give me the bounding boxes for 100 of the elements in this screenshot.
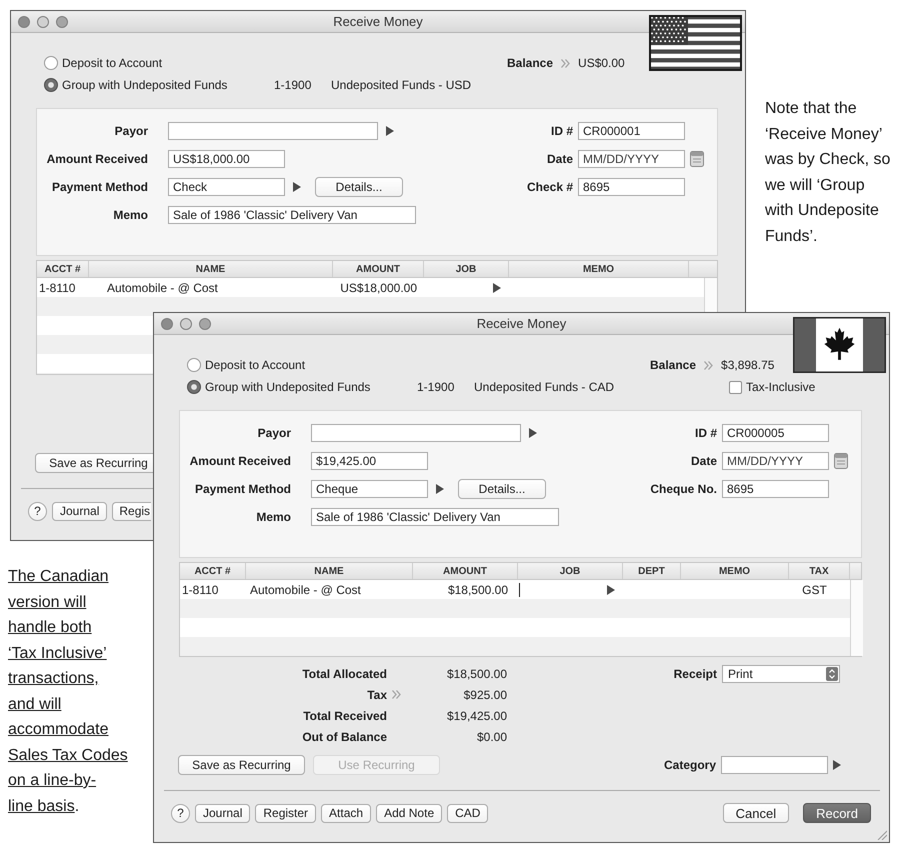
table-cell-text: GST bbox=[801, 582, 828, 596]
table-cell-text: Automobile - @ Cost bbox=[249, 582, 362, 596]
column-header[interactable]: JOB bbox=[518, 563, 623, 579]
field-label: Cheque No. bbox=[649, 482, 717, 496]
toolbar-button[interactable]: Add Note bbox=[376, 804, 442, 822]
dialog-button[interactable]: Cancel bbox=[722, 803, 790, 823]
triangle-arrow-icon[interactable] bbox=[386, 126, 394, 136]
details-button[interactable]: Details... bbox=[458, 479, 546, 499]
radio-button[interactable] bbox=[44, 78, 58, 92]
column-header[interactable]: AMOUNT bbox=[333, 261, 424, 277]
account-name: Undeposited Funds - USD bbox=[331, 78, 472, 92]
radio-label: Deposit to Account bbox=[62, 56, 162, 70]
window-minimize-button[interactable] bbox=[37, 16, 49, 28]
window-zoom-button[interactable] bbox=[56, 16, 68, 28]
radio-button[interactable] bbox=[44, 56, 58, 70]
column-header[interactable]: ACCT # bbox=[180, 563, 246, 579]
text-field[interactable]: CR000001 bbox=[578, 122, 685, 140]
field-label: Payor bbox=[256, 426, 291, 440]
column-header[interactable]: NAME bbox=[89, 261, 333, 277]
total-label: Total Allocated bbox=[301, 666, 387, 680]
text-field[interactable]: 8695 bbox=[722, 480, 829, 498]
field-label: Memo bbox=[112, 208, 148, 222]
toolbar-button[interactable]: Journal bbox=[52, 502, 108, 520]
text-field[interactable]: MM/DD/YYYY bbox=[722, 452, 829, 470]
help-button[interactable]: ? bbox=[171, 804, 190, 822]
radio-button[interactable] bbox=[187, 380, 201, 394]
total-value: $925.00 bbox=[462, 688, 507, 702]
stepper-icon[interactable] bbox=[826, 666, 838, 680]
scrollbar-track[interactable] bbox=[850, 580, 863, 656]
double-chevron-icon[interactable] bbox=[561, 58, 570, 68]
triangle-arrow-icon[interactable] bbox=[607, 584, 615, 594]
text-field[interactable] bbox=[311, 424, 521, 442]
recurring-button[interactable]: Save as Recurring bbox=[178, 755, 305, 775]
field-label: Payor bbox=[114, 124, 148, 138]
window-close-button[interactable] bbox=[18, 16, 30, 28]
triangle-arrow-icon[interactable] bbox=[493, 282, 501, 292]
striped-flag-icon bbox=[649, 15, 742, 71]
text-field[interactable]: US$18,000.00 bbox=[168, 150, 285, 168]
balance-label: Balance bbox=[650, 358, 696, 372]
column-header[interactable]: JOB bbox=[424, 261, 509, 277]
total-label: Tax bbox=[366, 688, 387, 702]
column-header[interactable]: NAME bbox=[246, 563, 413, 579]
toolbar-button[interactable]: CAD bbox=[447, 804, 488, 822]
text-field[interactable] bbox=[721, 756, 828, 774]
toolbar-button[interactable]: Regis bbox=[112, 502, 152, 520]
window-title: Receive Money bbox=[333, 14, 423, 29]
window-minimize-button[interactable] bbox=[180, 318, 192, 330]
calendar-icon[interactable] bbox=[690, 151, 704, 167]
triangle-arrow-icon[interactable] bbox=[436, 484, 444, 494]
toolbar-button[interactable]: Attach bbox=[321, 804, 372, 822]
radio-button[interactable] bbox=[187, 358, 201, 372]
account-name: Undeposited Funds - CAD bbox=[474, 380, 614, 394]
column-header[interactable]: MEMO bbox=[509, 261, 689, 277]
total-value: $19,425.00 bbox=[446, 708, 507, 722]
table-cell-text: 1-8110 bbox=[38, 280, 76, 294]
triangle-arrow-icon[interactable] bbox=[529, 428, 537, 438]
resize-grip-icon[interactable] bbox=[877, 830, 887, 840]
checkbox[interactable] bbox=[729, 380, 742, 394]
window-close-button[interactable] bbox=[161, 318, 173, 330]
details-button[interactable]: Details... bbox=[315, 177, 403, 197]
field-label: Payment Method bbox=[50, 180, 148, 194]
column-header[interactable]: AMOUNT bbox=[413, 563, 518, 579]
text-field[interactable] bbox=[168, 122, 378, 140]
note-paragraph: Note that the ‘Receive Money’ was by Check, so we will ‘Group with Undeposite Funds’. bbox=[765, 99, 890, 246]
default-button[interactable]: Record bbox=[803, 803, 871, 823]
balance-label: Balance bbox=[507, 56, 554, 70]
column-header[interactable]: MEMO bbox=[681, 563, 789, 579]
table-cell-text: Automobile - @ Cost bbox=[106, 280, 219, 294]
text-field[interactable]: Cheque bbox=[311, 480, 428, 498]
table-cell-text: US$18,000.00 bbox=[339, 280, 418, 294]
field-label: Amount Received bbox=[188, 454, 291, 468]
radio-label: Deposit to Account bbox=[205, 358, 306, 372]
triangle-arrow-icon[interactable] bbox=[833, 760, 841, 770]
column-header[interactable]: DEPT bbox=[623, 563, 681, 579]
text-field[interactable]: CR000005 bbox=[722, 424, 829, 442]
maple-leaf-flag-icon bbox=[793, 317, 886, 373]
total-value: $18,500.00 bbox=[446, 666, 507, 680]
text-field[interactable]: Check bbox=[168, 178, 285, 196]
field-label: Receipt bbox=[672, 666, 717, 680]
balance-value: US$0.00 bbox=[578, 56, 625, 70]
text-field[interactable]: $19,425.00 bbox=[311, 452, 428, 470]
text-field[interactable]: Sale of 1986 'Classic' Delivery Van bbox=[168, 206, 416, 224]
field-label: ID # bbox=[550, 124, 573, 138]
field-label: Date bbox=[690, 454, 717, 468]
triangle-arrow-icon[interactable] bbox=[293, 182, 301, 192]
field-label: Memo bbox=[255, 510, 291, 524]
column-header[interactable]: TAX bbox=[789, 563, 850, 579]
dropdown-select[interactable]: Print bbox=[722, 664, 840, 682]
text-field[interactable]: 8695 bbox=[578, 178, 685, 196]
double-chevron-icon[interactable] bbox=[392, 690, 401, 699]
text-field[interactable]: Sale of 1986 'Classic' Delivery Van bbox=[311, 508, 559, 526]
calendar-icon[interactable] bbox=[834, 453, 848, 469]
window-zoom-button[interactable] bbox=[199, 318, 211, 330]
toolbar-button[interactable]: Journal bbox=[195, 804, 250, 822]
field-label: Category bbox=[662, 758, 716, 772]
toolbar-button[interactable]: Register bbox=[255, 804, 316, 822]
column-header[interactable]: ACCT # bbox=[37, 261, 89, 277]
text-field[interactable]: MM/DD/YYYY bbox=[578, 150, 685, 168]
help-button[interactable]: ? bbox=[28, 502, 47, 520]
double-chevron-icon[interactable] bbox=[704, 360, 714, 370]
